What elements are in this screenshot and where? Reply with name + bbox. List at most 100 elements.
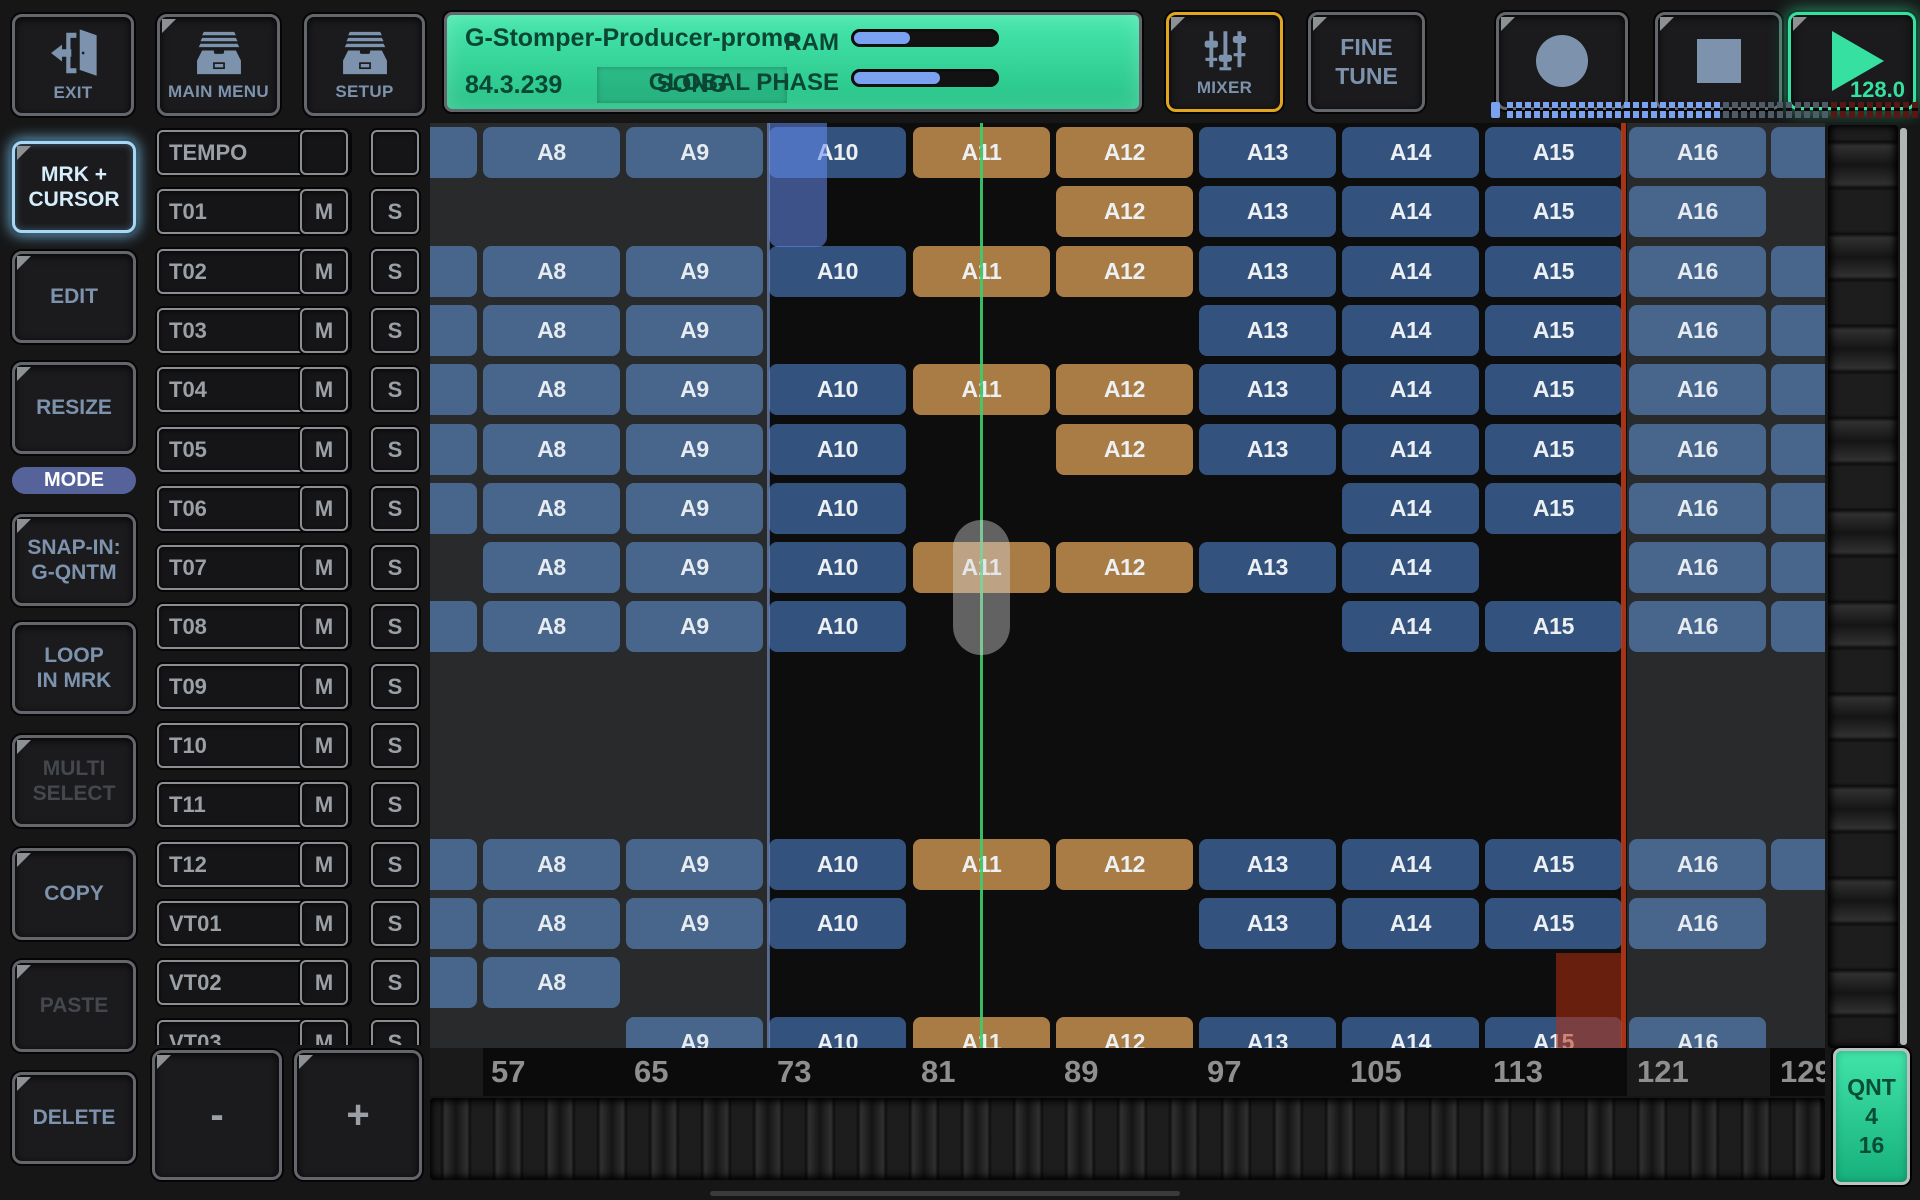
main-menu-button[interactable]: MAIN MENU <box>157 14 280 116</box>
meter-segment <box>1813 102 1819 118</box>
pattern-cell-vt01-a15[interactable]: A15 <box>1485 898 1622 949</box>
pattern-cell-t12-a12[interactable]: A12 <box>1056 839 1193 890</box>
pattern-cell-t08-a15[interactable]: A15 <box>1485 601 1622 652</box>
pattern-cell-t04-a12[interactable]: A12 <box>1056 364 1193 415</box>
solo-button-t04[interactable]: S <box>371 367 419 412</box>
pattern-cell-t05-a10[interactable]: A10 <box>769 424 906 475</box>
mute-button-t02[interactable]: M <box>300 249 348 294</box>
mute-button-t01[interactable]: M <box>300 189 348 234</box>
pattern-cell-t04-a13[interactable]: A13 <box>1199 364 1336 415</box>
pattern-cell-t05-a15[interactable]: A15 <box>1485 424 1622 475</box>
mixer-button[interactable]: MIXER <box>1166 12 1283 112</box>
loop-end-marker-handle[interactable] <box>1556 953 1621 1048</box>
solo-button-vt02[interactable]: S <box>371 960 419 1005</box>
mute-button-t04[interactable]: M <box>300 367 348 412</box>
zoom-out-button[interactable]: - <box>152 1050 282 1180</box>
pattern-cell-t07-a12[interactable]: A12 <box>1056 542 1193 593</box>
solo-button-t03[interactable]: S <box>371 308 419 353</box>
solo-button-vt03[interactable]: S <box>371 1020 419 1045</box>
pattern-cell-vt03-a12[interactable]: A12 <box>1056 1017 1193 1049</box>
pattern-cell-vt01-a10[interactable]: A10 <box>769 898 906 949</box>
pattern-cell-t03-a14[interactable]: A14 <box>1342 305 1479 356</box>
pattern-cell-t03-a13[interactable]: A13 <box>1199 305 1336 356</box>
pattern-cell-t02-a15[interactable]: A15 <box>1485 246 1622 297</box>
pattern-cell-vt03-a10[interactable]: A10 <box>769 1017 906 1049</box>
mute-button-t11[interactable]: M <box>300 782 348 827</box>
pattern-cell-vt01-a14[interactable]: A14 <box>1342 898 1479 949</box>
mute-button-vt01[interactable]: M <box>300 901 348 946</box>
vertical-scroll-strip[interactable] <box>1828 125 1898 1048</box>
solo-button-t08[interactable]: S <box>371 604 419 649</box>
meter-segment <box>1624 102 1630 118</box>
mute-button-t09[interactable]: M <box>300 664 348 709</box>
solo-button-t05[interactable]: S <box>371 427 419 472</box>
pattern-cell-t02-a12[interactable]: A12 <box>1056 246 1193 297</box>
pattern-cell-t07-a10[interactable]: A10 <box>769 542 906 593</box>
pattern-cell-t12-a13[interactable]: A13 <box>1199 839 1336 890</box>
pattern-cell-t07-a14[interactable]: A14 <box>1342 542 1479 593</box>
solo-button-vt01[interactable]: S <box>371 901 419 946</box>
mute-button-t05[interactable]: M <box>300 427 348 472</box>
solo-button-t12[interactable]: S <box>371 842 419 887</box>
pattern-cell-t06-a15[interactable]: A15 <box>1485 483 1622 534</box>
setup-button[interactable]: SETUP <box>304 14 425 116</box>
pattern-cell-t08-a14[interactable]: A14 <box>1342 601 1479 652</box>
pattern-cell-t07-a13[interactable]: A13 <box>1199 542 1336 593</box>
solo-button-t06[interactable]: S <box>371 486 419 531</box>
pattern-cell-t04-a10[interactable]: A10 <box>769 364 906 415</box>
zoom-in-button[interactable]: + <box>294 1050 422 1180</box>
mute-button-t06[interactable]: M <box>300 486 348 531</box>
mute-button-vt03[interactable]: M <box>300 1020 348 1045</box>
pattern-cell-tempo-a13[interactable]: A13 <box>1199 127 1336 178</box>
pattern-cell-vt01-a13[interactable]: A13 <box>1199 898 1336 949</box>
pattern-cell-tempo-a15[interactable]: A15 <box>1485 127 1622 178</box>
pattern-cell-t04-a14[interactable]: A14 <box>1342 364 1479 415</box>
corner-notch <box>1793 17 1807 31</box>
mute-button-t07[interactable]: M <box>300 545 348 590</box>
solo-button-t07[interactable]: S <box>371 545 419 590</box>
pattern-cell-t03-a15[interactable]: A15 <box>1485 305 1622 356</box>
pattern-cell-t01-a13[interactable]: A13 <box>1199 186 1336 237</box>
pattern-cell-vt03-a14[interactable]: A14 <box>1342 1017 1479 1049</box>
loop-start-marker-handle[interactable] <box>769 123 827 247</box>
pattern-cell-t01-a14[interactable]: A14 <box>1342 186 1479 237</box>
pattern-cell-vt03-a13[interactable]: A13 <box>1199 1017 1336 1049</box>
pattern-cell-t02-a13[interactable]: A13 <box>1199 246 1336 297</box>
stop-button[interactable] <box>1655 12 1782 110</box>
mute-button-t10[interactable]: M <box>300 723 348 768</box>
fine-tune-button[interactable]: FINE TUNE <box>1308 12 1425 112</box>
horizontal-scroll-strip[interactable] <box>430 1098 1825 1180</box>
mute-button-vt02[interactable]: M <box>300 960 348 1005</box>
pattern-cell-t01-a15[interactable]: A15 <box>1485 186 1622 237</box>
solo-button-t01[interactable]: S <box>371 189 419 234</box>
mute-button-t12[interactable]: M <box>300 842 348 887</box>
exit-button[interactable]: EXIT <box>12 14 134 116</box>
record-button[interactable] <box>1496 12 1628 110</box>
delete-button[interactable]: DELETE <box>12 1072 136 1164</box>
pattern-cell-t04-a15[interactable]: A15 <box>1485 364 1622 415</box>
solo-button-t09[interactable]: S <box>371 664 419 709</box>
pattern-cell-tempo-a14[interactable]: A14 <box>1342 127 1479 178</box>
pattern-cell-t06-a14[interactable]: A14 <box>1342 483 1479 534</box>
solo-button-t10[interactable]: S <box>371 723 419 768</box>
solo-button-t11[interactable]: S <box>371 782 419 827</box>
song-arranger-grid[interactable]: A8A9A10A11A12A13A14A15A16A12A13A14A15A16… <box>430 123 1825 1048</box>
pattern-cell-t12-a10[interactable]: A10 <box>769 839 906 890</box>
pattern-cell-t12-a15[interactable]: A15 <box>1485 839 1622 890</box>
pattern-cell-t06-a10[interactable]: A10 <box>769 483 906 534</box>
pattern-cell-t12-a14[interactable]: A14 <box>1342 839 1479 890</box>
solo-button-t02[interactable]: S <box>371 249 419 294</box>
quantize-button[interactable]: QNT 4 16 <box>1833 1048 1910 1185</box>
pattern-cell-t01-a12[interactable]: A12 <box>1056 186 1193 237</box>
pattern-cell-t02-a10[interactable]: A10 <box>769 246 906 297</box>
pattern-cell-t05-a13[interactable]: A13 <box>1199 424 1336 475</box>
pattern-cell-t05-a12[interactable]: A12 <box>1056 424 1193 475</box>
pattern-cell-tempo-a12[interactable]: A12 <box>1056 127 1193 178</box>
mute-button-t03[interactable]: M <box>300 308 348 353</box>
play-button[interactable]: 128.0 <box>1788 12 1916 110</box>
pattern-cell-t05-a14[interactable]: A14 <box>1342 424 1479 475</box>
pattern-cell-t08-a10[interactable]: A10 <box>769 601 906 652</box>
pattern-cell-t02-a14[interactable]: A14 <box>1342 246 1479 297</box>
mute-button-t08[interactable]: M <box>300 604 348 649</box>
bar-ruler[interactable]: 576573818997105113121129 <box>430 1048 1825 1096</box>
